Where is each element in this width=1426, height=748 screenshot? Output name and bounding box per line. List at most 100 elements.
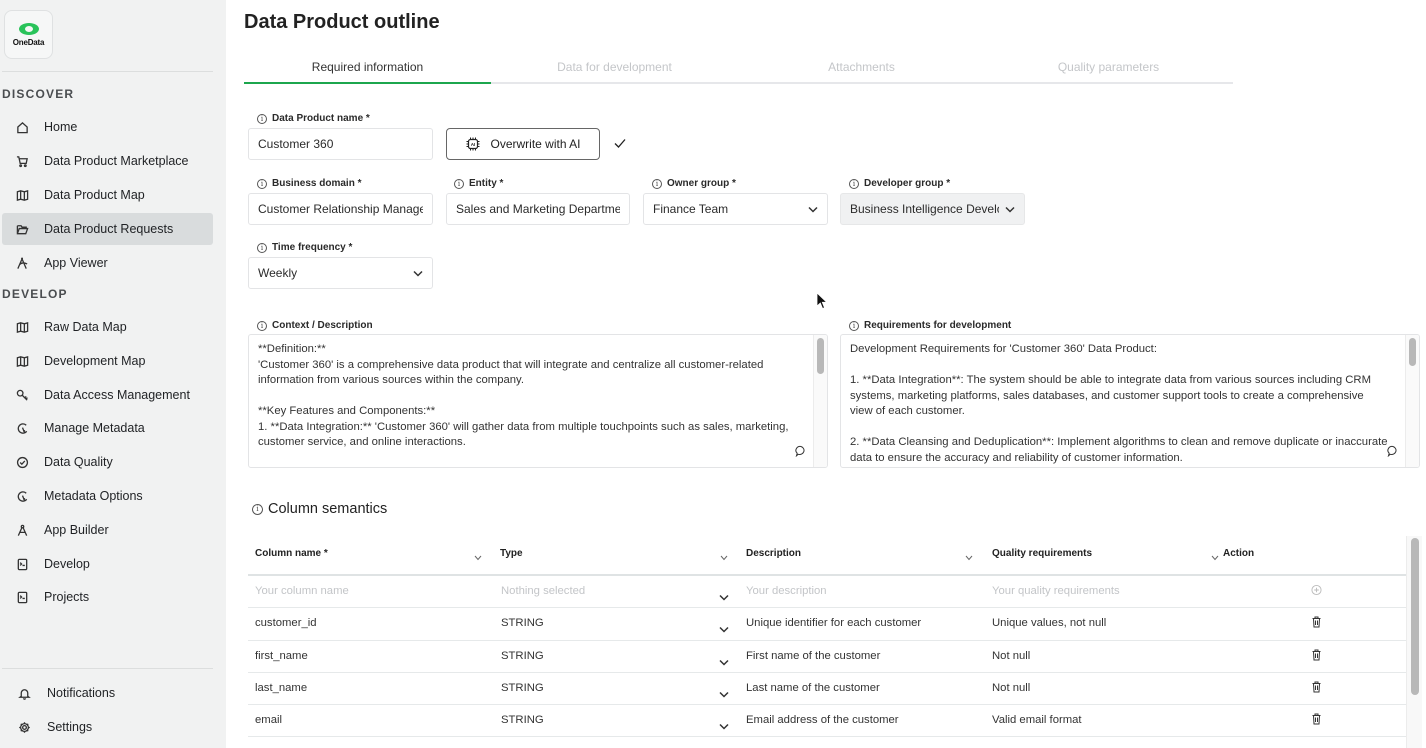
cell-column-name[interactable]: first_name — [255, 650, 308, 662]
entity-input[interactable]: Sales and Marketing Department — [446, 193, 630, 225]
info-icon[interactable]: i — [652, 178, 662, 189]
confirm-check-icon[interactable] — [613, 136, 627, 150]
cell-quality[interactable]: Not null — [992, 650, 1030, 662]
chevron-down-icon[interactable] — [719, 588, 729, 601]
description-input[interactable]: Your description — [746, 585, 827, 597]
add-circle-icon[interactable] — [1311, 584, 1322, 596]
sidebar-item-data-access-management[interactable]: Data Access Management — [2, 379, 213, 411]
owner-group-select[interactable]: Finance Team — [643, 193, 828, 225]
sidebar-item-development-map[interactable]: Development Map — [2, 345, 213, 377]
cell-description[interactable]: First name of the customer — [746, 650, 880, 662]
trash-icon[interactable] — [1311, 681, 1322, 693]
overwrite-with-ai-button[interactable]: AI Overwrite with AI — [446, 128, 600, 160]
sidebar-item-app-viewer[interactable]: App Viewer — [2, 247, 213, 279]
sort-chevron-icon[interactable] — [965, 548, 973, 561]
time-frequency-label-text: Time frequency * — [272, 242, 353, 253]
scrollbar-thumb[interactable] — [1409, 338, 1416, 366]
cell-type[interactable]: STRING — [501, 617, 544, 629]
quality-input[interactable]: Your quality requirements — [992, 585, 1120, 597]
section-discover: DISCOVER — [2, 87, 75, 101]
product-name-input[interactable]: Customer 360 — [248, 128, 433, 160]
info-icon[interactable]: i — [454, 178, 464, 189]
home-icon — [15, 120, 29, 134]
cell-type[interactable]: STRING — [501, 650, 544, 662]
entity-label-text: Entity * — [469, 178, 504, 189]
info-icon[interactable]: i — [849, 178, 859, 189]
trash-icon[interactable] — [1311, 649, 1322, 661]
cell-column-name[interactable]: email — [255, 714, 282, 726]
scrollbar-thumb[interactable] — [817, 338, 824, 374]
cell-description[interactable]: Unique identifier for each customer — [746, 617, 921, 629]
info-icon[interactable]: i — [252, 503, 263, 515]
sidebar-item-data-quality[interactable]: Data Quality — [2, 446, 213, 478]
sidebar-item-raw-data-map[interactable]: Raw Data Map — [2, 311, 213, 343]
info-icon[interactable]: i — [257, 178, 267, 189]
sidebar-item-home[interactable]: Home — [2, 111, 213, 143]
info-icon[interactable]: i — [257, 242, 267, 253]
sidebar-item-notifications[interactable]: Notifications — [2, 677, 213, 709]
trash-icon[interactable] — [1311, 616, 1322, 628]
sidebar-item-metadata-options[interactable]: Metadata Options — [2, 480, 213, 512]
requirements-scrollbar[interactable] — [1405, 335, 1419, 467]
cell-quality[interactable]: Not null — [992, 682, 1030, 694]
sort-chevron-icon[interactable] — [1211, 548, 1219, 561]
chevron-down-icon[interactable] — [719, 685, 729, 698]
column-semantics-table: Column name * Type Description Quality r… — [248, 536, 1406, 738]
cell-quality[interactable]: Unique values, not null — [992, 617, 1106, 629]
scrollbar-thumb[interactable] — [1411, 538, 1419, 695]
sort-chevron-icon[interactable] — [720, 548, 728, 561]
chevron-down-icon[interactable] — [719, 717, 729, 730]
comment-icon[interactable] — [795, 445, 807, 457]
sidebar-item-settings[interactable]: Settings — [2, 711, 213, 743]
sidebar-item-manage-metadata[interactable]: Manage Metadata — [2, 412, 213, 444]
cell-type[interactable]: STRING — [501, 714, 544, 726]
sidebar-item-label: Metadata Options — [44, 489, 143, 503]
cell-description[interactable]: Last name of the customer — [746, 682, 880, 694]
info-icon[interactable]: i — [849, 320, 859, 331]
cell-description[interactable]: Email address of the customer — [746, 714, 899, 726]
product-name-label: i Data Product name * — [257, 113, 370, 124]
time-frequency-select[interactable]: Weekly — [248, 257, 433, 289]
tab-attachments[interactable]: Attachments — [738, 54, 985, 84]
header-column-name[interactable]: Column name * — [255, 548, 328, 559]
column-name-input[interactable]: Your column name — [255, 585, 349, 597]
context-textarea[interactable]: **Definition:** 'Customer 360' is a comp… — [248, 334, 828, 468]
developer-group-select[interactable]: Business Intelligence Developers — [840, 193, 1025, 225]
info-icon[interactable]: i — [257, 320, 267, 331]
chevron-down-icon[interactable] — [719, 653, 729, 666]
sidebar-item-app-builder[interactable]: App Builder — [2, 514, 213, 546]
table-scrollbar[interactable] — [1406, 536, 1422, 748]
cell-quality[interactable]: Valid email format — [992, 714, 1082, 726]
app-viewer-icon — [15, 256, 29, 270]
tab-required-information[interactable]: Required information — [244, 54, 491, 84]
tab-quality-parameters[interactable]: Quality parameters — [985, 54, 1232, 84]
sort-chevron-icon[interactable] — [474, 548, 482, 561]
cell-column-name[interactable]: last_name — [255, 682, 307, 694]
sidebar-item-projects[interactable]: Projects — [2, 581, 213, 613]
type-select[interactable]: Nothing selected — [501, 585, 585, 597]
key-icon — [15, 388, 29, 402]
chevron-down-icon[interactable] — [719, 620, 729, 633]
info-icon[interactable]: i — [257, 113, 267, 124]
logo-mark-icon — [18, 22, 39, 35]
cell-column-name[interactable]: customer_id — [255, 617, 317, 629]
onedata-logo[interactable]: OneData — [4, 10, 53, 59]
trash-icon[interactable] — [1311, 713, 1322, 725]
header-description[interactable]: Description — [746, 548, 801, 559]
header-quality-requirements[interactable]: Quality requirements — [992, 548, 1092, 559]
cell-type[interactable]: STRING — [501, 682, 544, 694]
map-icon — [15, 320, 29, 334]
context-scrollbar[interactable] — [813, 335, 827, 467]
sidebar-item-data-product-marketplace[interactable]: Data Product Marketplace — [2, 145, 213, 177]
sidebar-item-data-product-requests[interactable]: Data Product Requests — [2, 213, 213, 245]
business-domain-input[interactable]: Customer Relationship Management — [248, 193, 433, 225]
requirements-textarea[interactable]: Development Requirements for 'Customer 3… — [840, 334, 1420, 468]
tab-data-for-development[interactable]: Data for development — [491, 54, 738, 84]
comment-icon[interactable] — [1387, 445, 1399, 457]
sidebar-item-data-product-map[interactable]: Data Product Map — [2, 179, 213, 211]
sidebar-item-develop[interactable]: Develop — [2, 548, 213, 580]
main-content: Data Product outline Required informatio… — [226, 0, 1426, 748]
column-semantics-title: i Column semantics — [252, 501, 387, 517]
sidebar-item-label: Data Product Map — [44, 188, 145, 202]
header-type[interactable]: Type — [500, 548, 523, 559]
